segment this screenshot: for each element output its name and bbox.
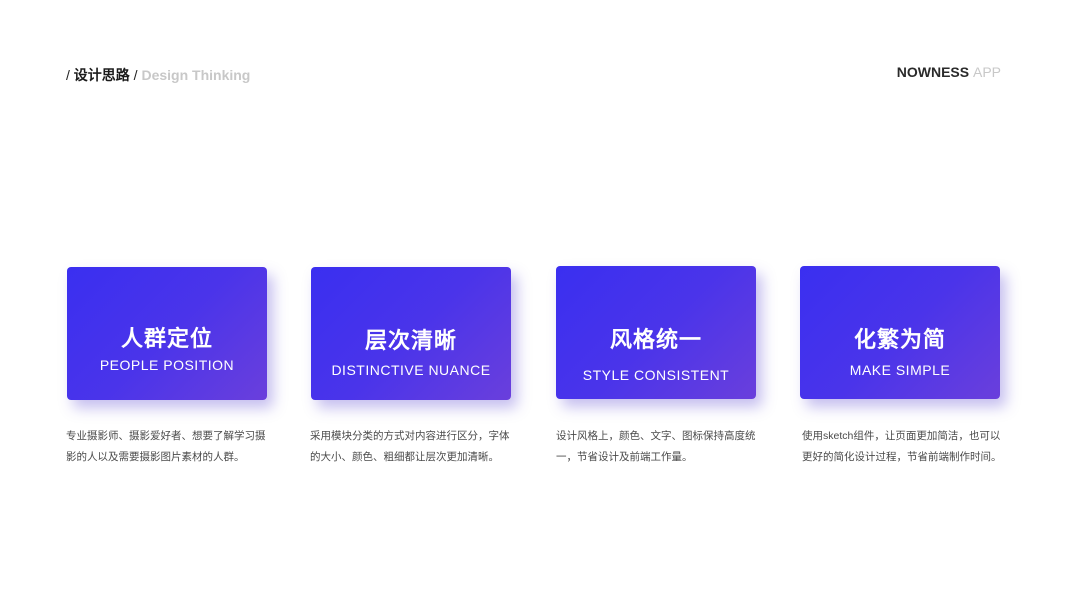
feature-card-make-simple: 化繁为简 MAKE SIMPLE [800,266,1000,399]
feature-description-make-simple: 使用sketch组件，让页面更加简洁，也可以更好的简化设计过程，节省前端制作时间… [802,430,1002,463]
feature-card-title-en: PEOPLE POSITION [99,357,235,373]
feature-card-title-en: STYLE CONSISTENT [582,367,730,383]
feature-card-title-cn: 风格统一 [609,327,702,352]
section-title-en: Design Thinking [141,67,251,83]
brand-logo: NOWNESS APP [897,63,1001,81]
feature-card-style-consistent: 风格统一 STYLE CONSISTENT [556,266,756,399]
feature-card-title-cn: 化繁为简 [853,327,946,352]
feature-description-people-position: 专业摄影师、摄影爱好者、想要了解学习摄影的人以及需要摄影图片素材的人群。 [66,430,266,463]
feature-description-distinctive-nuance: 采用模块分类的方式对内容进行区分，字体的大小、颜色、粗细都让层次更加清晰。 [310,430,510,463]
feature-card-title-cn: 人群定位 [120,326,213,351]
feature-card-title-cn: 层次清晰 [364,328,457,353]
section-title-cn: 设计思路 [73,67,130,83]
section-title-slash: / [66,67,70,83]
feature-card-title-en: MAKE SIMPLE [849,362,951,378]
brand-suffix: APP [972,64,1001,80]
section-title-separator: / [133,67,138,83]
brand-name: NOWNESS [896,64,970,80]
feature-description-style-consistent: 设计风格上，颜色、文字、图标保持高度统一，节省设计及前端工作量。 [556,430,756,463]
section-title: / 设计思路 / Design Thinking [66,66,250,84]
feature-card-distinctive-nuance: 层次清晰 DISTINCTIVE NUANCE [311,267,511,400]
feature-card-people-position: 人群定位 PEOPLE POSITION [67,267,267,400]
feature-card-title-en: DISTINCTIVE NUANCE [331,362,491,378]
